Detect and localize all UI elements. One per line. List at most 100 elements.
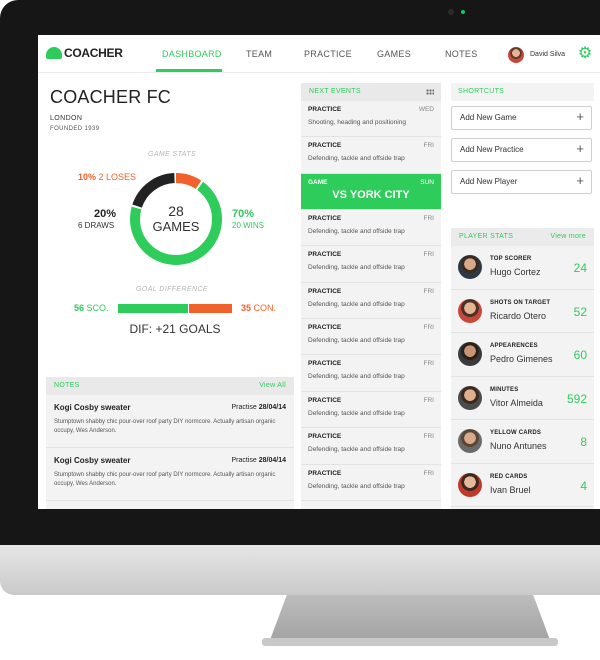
event-item[interactable]: PRACTICE FRI Defending, tackle and offsi… — [301, 355, 441, 392]
wins-pct: 70% — [232, 208, 255, 220]
user-name[interactable]: David Silva — [530, 51, 565, 58]
user-avatar[interactable] — [508, 47, 524, 63]
event-item-game[interactable]: GAME SUN VS YORK CITY — [301, 173, 441, 210]
app-logo[interactable]: COACHER — [46, 46, 123, 60]
grid-icon[interactable] — [426, 89, 434, 95]
top-nav: COACHER DASHBOARD TEAM PRACTICE GAMES NO… — [38, 35, 600, 73]
player-name: Pedro Gimenes — [490, 354, 553, 364]
team-name: COACHER FC — [50, 87, 172, 107]
note-item[interactable]: Kogi Cosby sweater Practise 28/04/14 Stu… — [46, 448, 294, 501]
note-date: Practise 28/04/14 — [232, 404, 287, 411]
notes-header: NOTES View All — [46, 377, 294, 395]
goals-scored-value: 56 — [74, 303, 85, 313]
player-name: Nuno Antunes — [490, 441, 547, 451]
games-label: GAMES — [152, 219, 200, 234]
stat-value: 24 — [573, 261, 587, 275]
shortcuts-header: SHORTCUTS — [451, 83, 594, 101]
goals-scored-label: SCO. — [86, 303, 109, 313]
player-name: Ivan Bruel — [490, 484, 531, 495]
event-opponent: VS YORK CITY — [332, 188, 410, 201]
event-item[interactable]: PRACTICE FRI Defending, tackle and offsi… — [301, 246, 441, 283]
player-stats-title: PLAYER STATS — [459, 233, 514, 240]
event-day: SUN — [420, 178, 434, 186]
event-item[interactable]: PRACTICE FRI Defending, tackle and offsi… — [301, 137, 441, 174]
event-day: FRI — [423, 396, 434, 404]
goals-conceded-label: CON. — [253, 303, 277, 313]
scored-bar — [118, 304, 188, 313]
add-new-game-button[interactable]: Add New Game + — [451, 106, 592, 130]
event-item[interactable]: PRACTICE FRI Defending, tackle and offsi… — [301, 428, 441, 465]
player-stats-header: PLAYER STATS View more — [451, 228, 594, 246]
notes-title: NOTES — [54, 382, 80, 389]
event-desc: Defending, tackle and offside trap — [308, 227, 405, 235]
whistle-icon — [46, 47, 62, 59]
camera-led-icon — [461, 10, 465, 14]
stat-caption: APPEARENCES — [490, 343, 538, 349]
event-type: PRACTICE — [308, 396, 342, 404]
player-stats-panel: PLAYER STATS View more TOP SCORER Hugo C… — [451, 228, 594, 509]
event-item[interactable]: PRACTICE FRI Defending, tackle and offsi… — [301, 319, 441, 356]
event-item[interactable]: PRACTICE FRI Defending, tackle and offsi… — [301, 392, 441, 429]
event-desc: Defending, tackle and offside trap — [308, 155, 405, 163]
event-item[interactable]: PRACTICE WED Shooting, heading and posit… — [301, 101, 441, 138]
stat-caption: TOP SCORER — [490, 256, 532, 262]
tab-games[interactable]: GAMES — [377, 49, 411, 59]
event-item[interactable]: PRACTICE FRI Defending, tackle and offsi… — [301, 465, 441, 501]
tab-team[interactable]: TEAM — [246, 49, 272, 59]
stat-value: 52 — [573, 304, 587, 319]
stat-caption: SHOTS ON TARGET — [490, 299, 551, 306]
event-day: FRI — [423, 469, 434, 477]
player-avatar — [458, 255, 482, 279]
event-desc: Defending, tackle and offside trap — [308, 409, 405, 417]
goal-difference-bar — [118, 304, 232, 313]
note-item[interactable]: Kogi Cosby sweater Practise 28/04/14 Stu… — [46, 395, 294, 448]
event-item[interactable]: PRACTICE FRI Defending, tackle and offsi… — [301, 283, 441, 319]
player-avatar — [458, 472, 482, 497]
stat-value: 4 — [580, 478, 587, 493]
note-body: Stumptown shabby chic pour-over roof par… — [54, 419, 276, 434]
note-date: Practise 28/04/14 — [232, 457, 287, 464]
event-type: PRACTICE — [308, 142, 342, 150]
notes-panel: NOTES View All Kogi Cosby sweater Practi… — [46, 377, 294, 509]
stat-caption: YELLOW CARDS — [490, 430, 542, 436]
events-title: NEXT EVENTS — [309, 88, 361, 95]
stat-caption: RED CARDS — [490, 473, 528, 480]
event-desc: Defending, tackle and offside trap — [308, 300, 405, 308]
draws-pct: 20% — [94, 208, 117, 220]
events-header: NEXT EVENTS — [301, 83, 441, 101]
app-screen: COACHER DASHBOARD TEAM PRACTICE GAMES NO… — [38, 35, 600, 509]
monitor-stand-base — [262, 638, 558, 646]
goal-difference-caption: GOAL DIFFERENCE — [136, 286, 208, 293]
player-stat-row[interactable]: SHOTS ON TARGET Ricardo Otero 52 — [451, 290, 594, 333]
loses-pct: 10% — [78, 172, 97, 182]
add-new-practice-button[interactable]: Add New Practice + — [451, 138, 592, 162]
notes-view-all-link[interactable]: View All — [259, 382, 286, 389]
event-type: PRACTICE — [308, 287, 342, 295]
event-day: FRI — [423, 142, 434, 150]
note-tag: Practise — [231, 457, 257, 464]
player-stat-row[interactable]: YELLOW CARDS Nuno Antunes 8 — [451, 420, 594, 464]
tab-notes[interactable]: NOTES — [445, 49, 478, 59]
event-desc: Shooting, heading and positioning — [308, 119, 406, 126]
note-date-value: 28/04/14 — [258, 404, 286, 411]
tab-practice[interactable]: PRACTICE — [304, 49, 352, 59]
event-day: FRI — [423, 214, 434, 222]
player-stats-view-more-link[interactable]: View more — [550, 233, 586, 240]
player-stat-row[interactable]: APPEARENCES Pedro Gimenes 60 — [451, 333, 594, 377]
player-name: Ricardo Otero — [490, 310, 547, 321]
note-date-value: 28/04/14 — [258, 457, 286, 464]
player-stat-row[interactable]: TOP SCORER Hugo Cortez 24 — [451, 246, 594, 290]
gear-icon[interactable]: ⚙ — [576, 45, 594, 63]
active-tab-indicator — [156, 69, 222, 72]
team-founded: FOUNDED 1939 — [50, 126, 100, 132]
player-avatar — [458, 385, 482, 410]
add-new-player-button[interactable]: Add New Player + — [451, 170, 592, 194]
stat-value: 592 — [566, 391, 587, 406]
player-stat-row[interactable]: MINUTES Vitor Almeida 592 — [451, 377, 594, 420]
player-stat-row[interactable]: RED CARDS Ivan Bruel 4 — [451, 464, 594, 507]
goal-difference-summary: DIF: +21 GOALS — [129, 322, 221, 336]
goals-scored: 56 SCO. — [74, 303, 109, 313]
event-item[interactable]: PRACTICE FRI Defending, tackle and offsi… — [301, 210, 441, 247]
tab-dashboard[interactable]: DASHBOARD — [162, 49, 222, 59]
event-desc: Defending, tackle and offside trap — [308, 373, 405, 381]
